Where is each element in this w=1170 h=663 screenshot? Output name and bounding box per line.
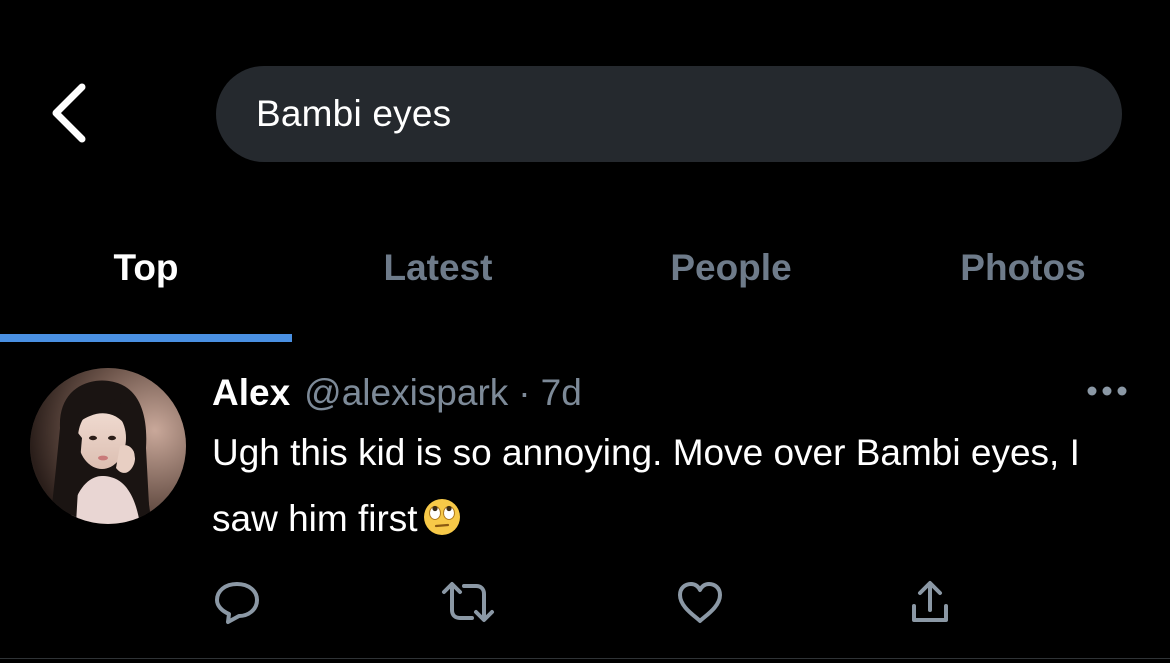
- more-horizontal-icon: [1086, 384, 1128, 402]
- tweet-divider: [0, 658, 1170, 659]
- search-results-screen: Bambi eyes Top Latest People Photos Alex…: [0, 0, 1170, 663]
- retweet-icon: [440, 580, 496, 629]
- tweet-text: Ugh this kid is so annoying. Move over B…: [212, 420, 1132, 558]
- heart-icon: [675, 579, 725, 630]
- tab-latest[interactable]: Latest: [292, 230, 584, 305]
- avatar[interactable]: [30, 368, 186, 524]
- chevron-left-icon: [46, 81, 90, 150]
- like-button[interactable]: [672, 578, 728, 630]
- tab-top[interactable]: Top: [0, 230, 292, 305]
- back-button[interactable]: [40, 80, 96, 150]
- face-with-rolling-eyes-emoji: [422, 492, 462, 558]
- reply-bubble-icon: [212, 578, 262, 631]
- separator-dot: ·: [518, 372, 531, 413]
- tweet-header: Alex @alexispark · 7d: [212, 372, 582, 416]
- tweet-body: Ugh this kid is so annoying. Move over B…: [212, 432, 1080, 539]
- share-upload-icon: [906, 578, 954, 631]
- tab-photos[interactable]: Photos: [877, 230, 1169, 305]
- tab-bar: Top Latest People Photos: [0, 230, 1170, 342]
- tweet-timestamp[interactable]: 7d: [541, 372, 582, 414]
- author-handle[interactable]: @alexispark: [304, 372, 508, 414]
- search-input[interactable]: Bambi eyes: [216, 66, 1122, 162]
- tab-people[interactable]: People: [585, 230, 877, 305]
- share-button[interactable]: [902, 578, 958, 630]
- active-tab-indicator: [0, 334, 292, 342]
- more-options-button[interactable]: [1082, 378, 1132, 408]
- reply-button[interactable]: [209, 578, 265, 630]
- retweet-button[interactable]: [440, 578, 496, 630]
- author-name[interactable]: Alex: [212, 372, 290, 414]
- search-query-text: Bambi eyes: [256, 93, 452, 134]
